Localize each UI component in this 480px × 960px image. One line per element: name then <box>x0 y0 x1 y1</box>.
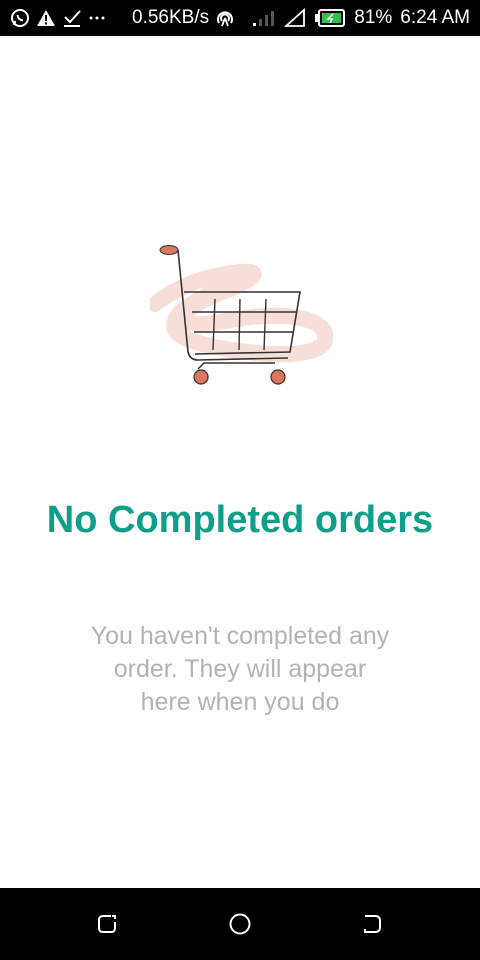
signal-icon <box>252 8 276 28</box>
status-bar: 0.56KB/s 81% 6:24 AM <box>0 0 480 36</box>
whatsapp-icon <box>10 8 30 28</box>
system-status-icons: 81% 6:24 AM <box>252 7 470 29</box>
warning-icon <box>36 8 56 28</box>
network-speed: 0.56KB/s <box>132 7 210 28</box>
no-signal-icon <box>284 8 306 28</box>
battery-percent: 81% <box>354 7 393 28</box>
download-done-icon <box>62 8 82 28</box>
more-notifications-icon <box>88 8 106 28</box>
recent-apps-icon <box>364 915 381 933</box>
empty-state-message: You haven't completed any order. They wi… <box>90 622 390 716</box>
app-screen: 0.56KB/s 81% 6:24 AM No Completed orders… <box>0 0 480 960</box>
empty-orders-state: No Completed orders You haven't complete… <box>0 36 480 888</box>
recent-apps-button[interactable] <box>361 912 385 936</box>
back-button[interactable] <box>95 912 119 936</box>
clock: 6:24 AM <box>400 7 470 28</box>
hotspot-icon <box>215 8 235 28</box>
home-button[interactable] <box>228 912 252 936</box>
notification-icons: 0.56KB/s <box>10 7 235 29</box>
battery-charging-icon <box>314 8 346 28</box>
shopping-cart-illustration <box>147 242 335 392</box>
navigation-bar <box>0 888 480 960</box>
home-icon <box>229 913 251 935</box>
empty-state-title: No Completed orders <box>46 499 434 541</box>
back-icon <box>98 915 116 933</box>
